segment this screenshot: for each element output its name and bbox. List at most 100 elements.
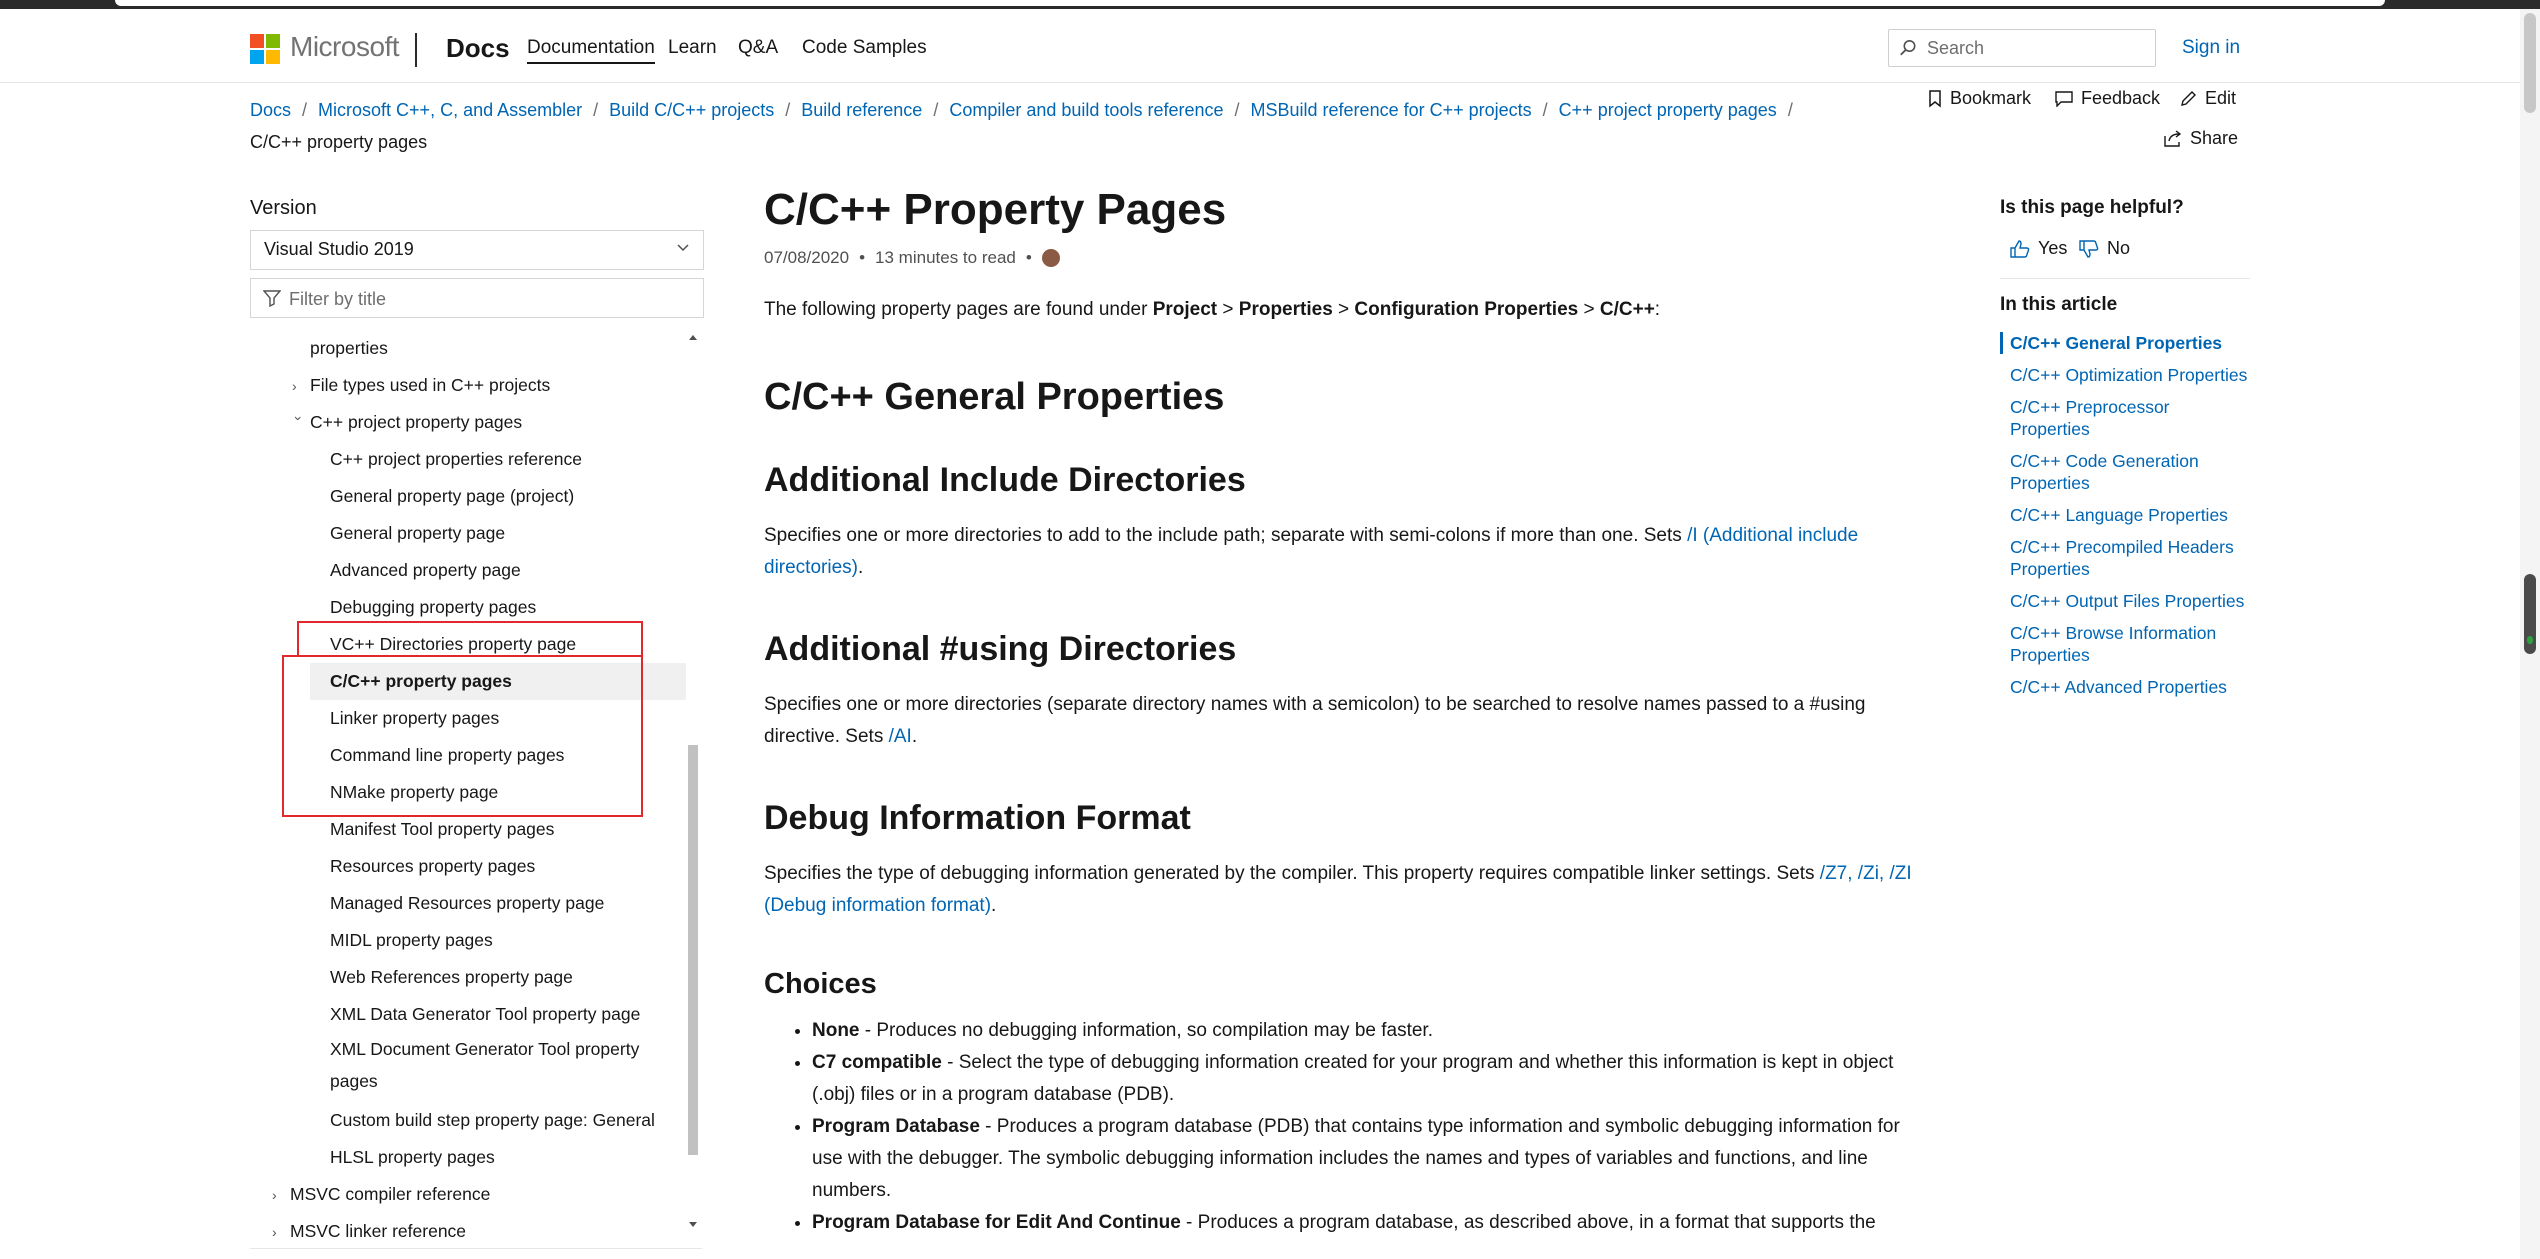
- link[interactable]: /AI: [889, 726, 912, 747]
- list-item: None - Produces no debugging information…: [812, 1015, 1930, 1047]
- breadcrumb-item[interactable]: MSBuild reference for C++ projects: [1251, 100, 1532, 120]
- bookmark-icon: [1929, 89, 1941, 108]
- bookmark-label: Bookmark: [1950, 88, 2032, 108]
- scroll-up-icon[interactable]: [686, 332, 700, 342]
- scroll-down-icon[interactable]: [686, 1220, 700, 1230]
- toc-item[interactable]: General property page (project): [330, 478, 574, 515]
- paragraph: Specifies the type of debugging informat…: [764, 858, 1930, 922]
- toc-item[interactable]: C++ project property pages: [310, 404, 522, 441]
- search-input[interactable]: [1925, 34, 2149, 62]
- page-scroll-thumb[interactable]: [2524, 13, 2536, 113]
- section-heading: Debug Information Format: [764, 799, 1191, 837]
- toc-item[interactable]: properties: [310, 330, 388, 367]
- search-box[interactable]: [1888, 29, 2156, 67]
- thumbs-up-icon: [2010, 239, 2030, 258]
- nav-qa[interactable]: Q&A: [738, 37, 778, 59]
- intro-paragraph: The following property pages are found u…: [764, 294, 1930, 326]
- microsoft-brand[interactable]: Microsoft: [290, 31, 400, 63]
- chevron-down-icon: [677, 244, 689, 252]
- toc-item[interactable]: XML Data Generator Tool property page: [330, 996, 640, 1033]
- paragraph-text: Specifies one or more directories to add…: [764, 525, 1688, 546]
- edit-label: Edit: [2205, 88, 2237, 108]
- page-scrollbar[interactable]: [2520, 9, 2540, 1259]
- meta-dot: •: [859, 248, 866, 267]
- annotation-box: [282, 655, 643, 817]
- article-toc-item[interactable]: C/C++ Advanced Properties: [2000, 676, 2250, 698]
- bookmark-button[interactable]: Bookmark: [1928, 88, 2031, 109]
- edit-button[interactable]: Edit: [2180, 88, 2236, 109]
- intro-sep: >: [1217, 299, 1239, 320]
- nav-learn[interactable]: Learn: [668, 37, 717, 59]
- toc-item[interactable]: File types used in C++ projects: [310, 367, 550, 404]
- toc-item[interactable]: MSVC linker reference: [290, 1213, 466, 1240]
- list-item: C7 compatible - Select the type of debug…: [812, 1047, 1930, 1111]
- feedback-button[interactable]: Feedback: [2055, 88, 2160, 109]
- toc-item[interactable]: Managed Resources property page: [330, 885, 604, 922]
- toc-scrollbar[interactable]: [686, 330, 700, 1235]
- paragraph-text: .: [857, 557, 864, 578]
- breadcrumb-item[interactable]: Build reference: [801, 100, 922, 120]
- toc-item[interactable]: Web References property page: [330, 959, 573, 996]
- paragraph: Specifies one or more directories (separ…: [764, 689, 1930, 753]
- rail-divider: [2000, 278, 2250, 279]
- article-date: 07/08/2020: [764, 248, 850, 267]
- breadcrumb-item[interactable]: Compiler and build tools reference: [949, 100, 1223, 120]
- no-button[interactable]: No: [2079, 238, 2130, 259]
- microsoft-logo-icon[interactable]: [250, 34, 280, 64]
- yes-button[interactable]: Yes: [2010, 238, 2067, 259]
- article-toc-item[interactable]: C/C++ Preprocessor Properties: [2000, 396, 2250, 440]
- breadcrumb-item[interactable]: C++ project property pages: [1559, 100, 1777, 120]
- article: C/C++ Property Pages 07/08/2020 • 13 min…: [764, 180, 1930, 1239]
- toc-item[interactable]: Resources property pages: [330, 848, 535, 885]
- annotation-box: [297, 621, 643, 657]
- breadcrumb-item[interactable]: Microsoft C++, C, and Assembler: [318, 100, 582, 120]
- filter-input[interactable]: [287, 286, 691, 312]
- chevron-right-icon[interactable]: ›: [292, 379, 306, 393]
- choice-desc: - Produces no debugging information, so …: [859, 1020, 1433, 1041]
- article-toc-item[interactable]: C/C++ Output Files Properties: [2000, 590, 2250, 612]
- intro-bold: Properties: [1238, 299, 1333, 320]
- article-toc-item[interactable]: C/C++ Code Generation Properties: [2000, 450, 2250, 494]
- sign-in-link[interactable]: Sign in: [2182, 37, 2240, 59]
- breadcrumb-item[interactable]: Build C/C++ projects: [609, 100, 774, 120]
- chevron-right-icon[interactable]: ›: [272, 1225, 286, 1239]
- search-icon: [1900, 40, 1916, 56]
- article-toc-item[interactable]: C/C++ General Properties: [2000, 332, 2250, 354]
- read-time: 13 minutes to read: [875, 248, 1016, 267]
- toc-item[interactable]: MSVC compiler reference: [290, 1176, 490, 1213]
- nav-code-samples[interactable]: Code Samples: [802, 37, 927, 59]
- toc-item[interactable]: HLSL property pages: [330, 1139, 495, 1176]
- toc-item[interactable]: Custom build step property page: General: [330, 1102, 655, 1139]
- toc-item[interactable]: Advanced property page: [330, 552, 521, 589]
- intro-bold: Configuration Properties: [1354, 299, 1579, 320]
- intro-bold: Project: [1152, 299, 1218, 320]
- feedback-label: Feedback: [2081, 88, 2161, 108]
- toc-item[interactable]: C++ project properties reference: [330, 441, 582, 478]
- yes-label: Yes: [2038, 238, 2068, 258]
- choice-desc: - Produces a program database, as descri…: [1180, 1212, 1876, 1233]
- toc-item[interactable]: XML Document Generator Tool property pag…: [330, 1033, 670, 1103]
- share-button[interactable]: Share: [2164, 128, 2238, 149]
- contributor-avatar[interactable]: [1041, 249, 1060, 267]
- choice-name: Program Database: [812, 1116, 980, 1137]
- article-toc-item[interactable]: C/C++ Language Properties: [2000, 504, 2250, 526]
- toc-item[interactable]: MIDL property pages: [330, 922, 493, 959]
- article-toc-item[interactable]: C/C++ Optimization Properties: [2000, 364, 2250, 386]
- breadcrumb-item[interactable]: Docs: [250, 100, 291, 120]
- version-select[interactable]: Visual Studio 2019: [250, 230, 704, 270]
- filter-box[interactable]: [250, 278, 704, 318]
- chevron-right-icon[interactable]: ›: [272, 1188, 286, 1202]
- list-item: Program Database - Produces a program da…: [812, 1111, 1930, 1207]
- share-label: Share: [2190, 128, 2239, 148]
- toc-item[interactable]: General property page: [330, 515, 505, 552]
- nav-documentation[interactable]: Documentation: [527, 37, 655, 64]
- choice-name: Program Database for Edit And Continue: [812, 1212, 1181, 1233]
- toc-scroll-thumb[interactable]: [688, 745, 698, 1155]
- article-toc-item[interactable]: C/C++ Browse Information Properties: [2000, 622, 2250, 666]
- chevron-down-icon[interactable]: ›: [291, 416, 307, 430]
- choice-desc: - Select the type of debugging informati…: [812, 1052, 1894, 1105]
- article-metadata: 07/08/2020 • 13 minutes to read •: [764, 248, 1930, 268]
- article-toc-item[interactable]: C/C++ Precompiled Headers Properties: [2000, 536, 2250, 580]
- section-heading: Additional Include Directories: [764, 461, 1246, 499]
- docs-home-link[interactable]: Docs: [446, 33, 510, 64]
